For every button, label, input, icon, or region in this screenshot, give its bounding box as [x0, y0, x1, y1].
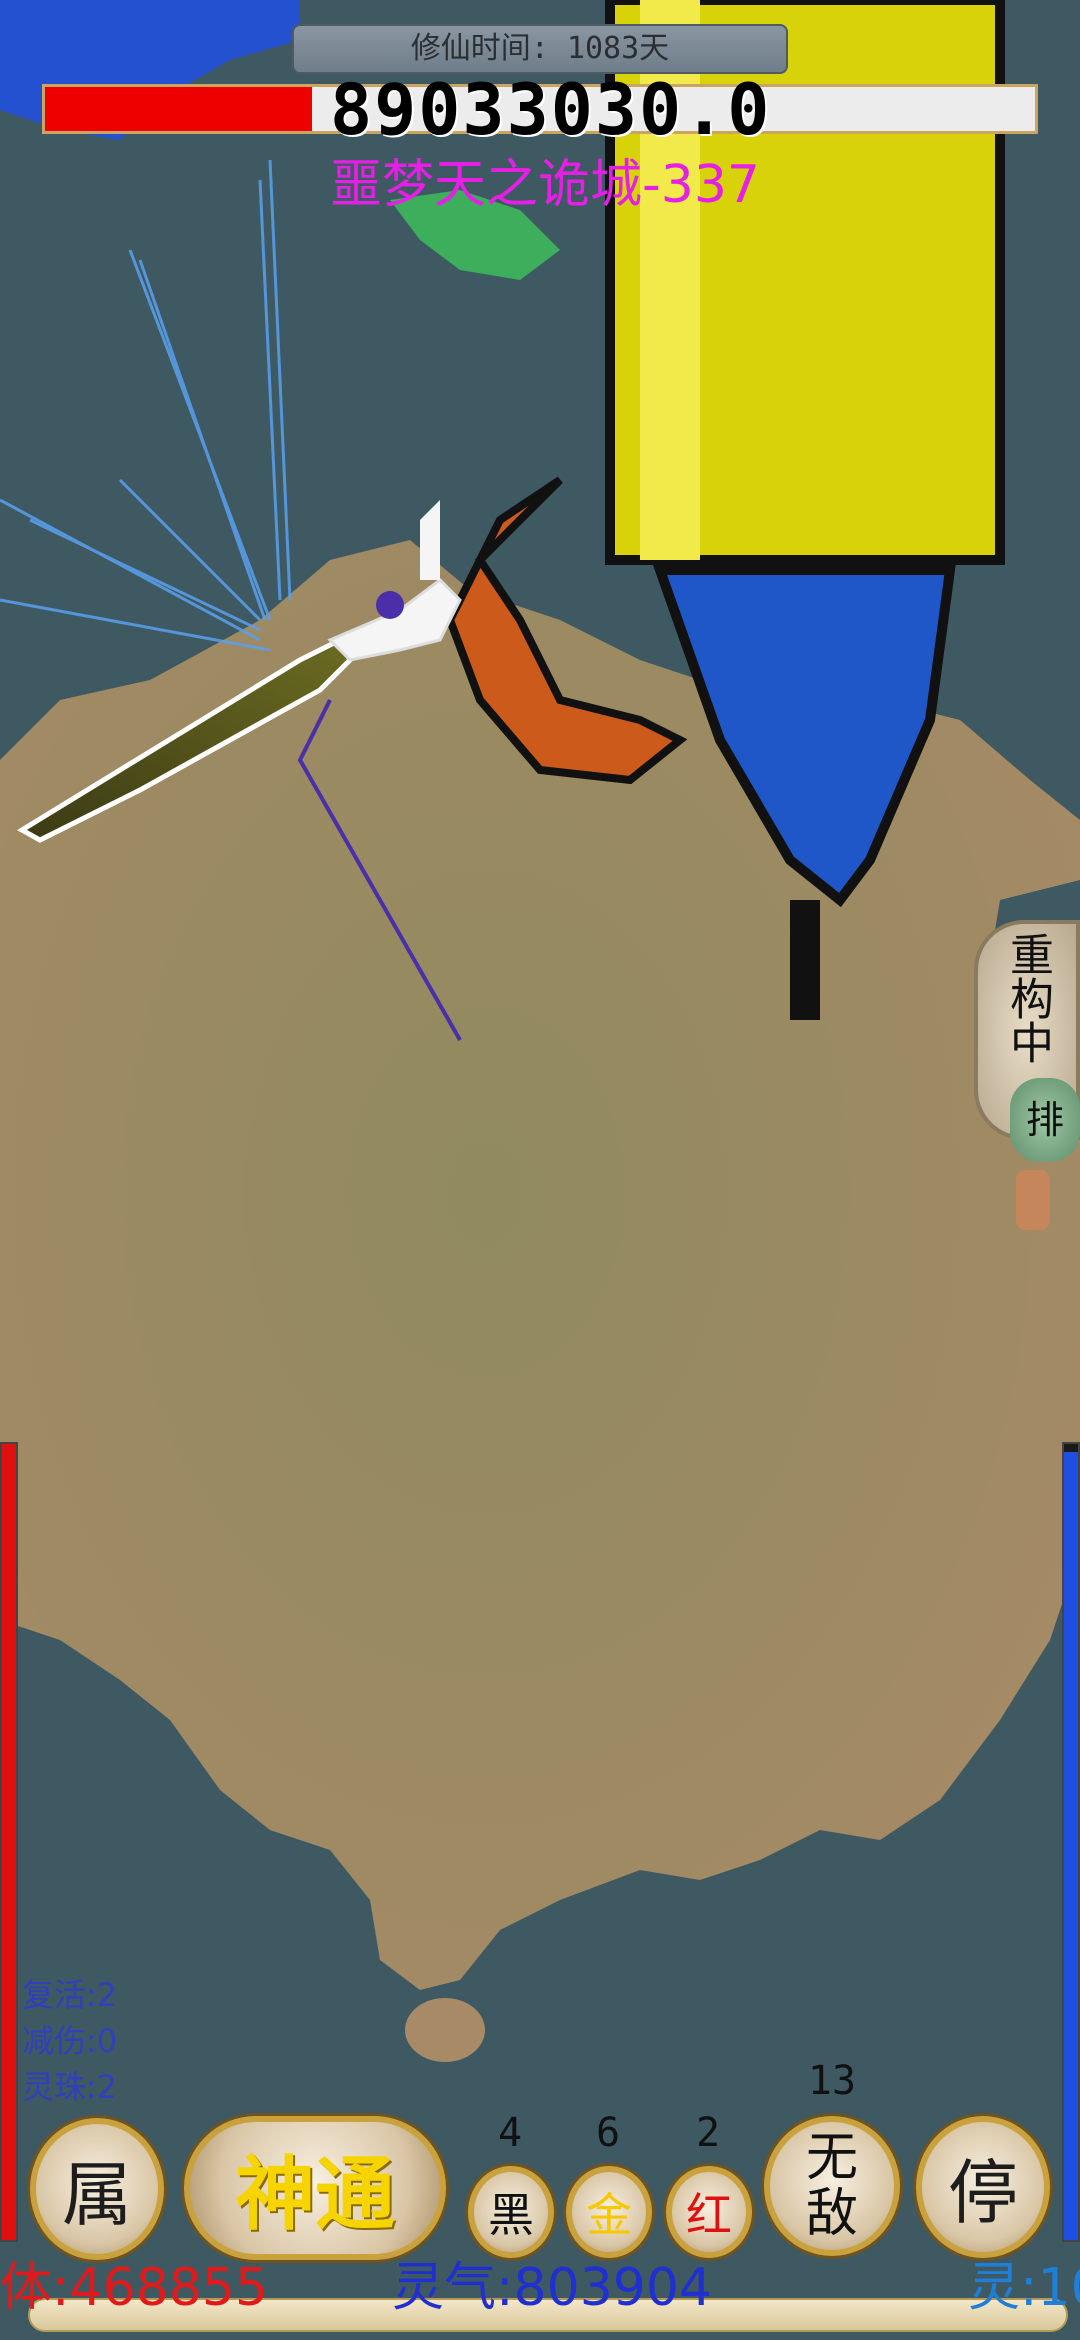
status-list: 复活:2 减伤:0 灵珠:2 [22, 1972, 117, 2110]
black-button[interactable]: 黑 [468, 2166, 554, 2258]
rank-button[interactable]: 排 [1010, 1078, 1080, 1162]
red-button[interactable]: 红 [666, 2166, 752, 2258]
boss-hp-value: 89033030.0 [330, 69, 772, 151]
red-count: 2 [695, 2110, 721, 2156]
attribute-button[interactable]: 属 [30, 2118, 164, 2260]
damage-reduction: 减伤:0 [22, 2022, 118, 2060]
side-tag [1016, 1170, 1050, 1230]
hp-stat: 体:468855 [0, 2258, 269, 2318]
gold-button[interactable]: 金 [566, 2166, 652, 2258]
invincible-label: 无敌 [805, 2128, 858, 2244]
invincible-count: 13 [807, 2058, 857, 2104]
invincible-button[interactable]: 无敌 [764, 2116, 900, 2256]
revive-count: 复活:2 [22, 1976, 118, 2014]
shentong-button[interactable]: 神通 [184, 2116, 446, 2260]
spirit-orb-count: 灵珠:2 [22, 2068, 118, 2106]
ling-stat: 灵:10 [968, 2258, 1080, 2318]
cultivation-time: 修仙时间: 1083天 [292, 24, 788, 74]
pause-button[interactable]: 停 [916, 2116, 1050, 2258]
right-gauge [1062, 1442, 1080, 2242]
gold-count: 6 [595, 2110, 621, 2156]
left-gauge-fill [2, 1444, 16, 2240]
qi-stat: 灵气:803904 [392, 2258, 713, 2318]
black-count: 4 [497, 2110, 523, 2156]
game-map [0, 0, 1080, 2340]
boss-name: 噩梦天之诡城-337 [330, 155, 761, 215]
right-gauge-fill [1064, 1451, 1078, 2240]
rebuild-label: 重构中 [1002, 932, 1053, 1064]
map-scene [0, 0, 1080, 2340]
left-gauge [0, 1442, 18, 2242]
boss-hp-fill [45, 87, 313, 131]
